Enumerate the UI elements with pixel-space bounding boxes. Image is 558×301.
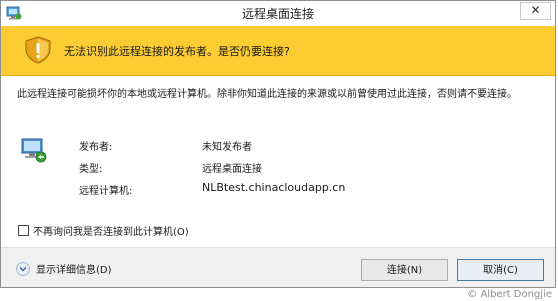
chevron-down-icon[interactable] [16,261,30,276]
type-label: 类型: [79,164,103,175]
close-icon: ✕ [530,3,541,17]
publisher-value: 未知发布者 [202,142,252,153]
dialog-window: 远程桌面连接 ✕ 无法识别此远程连接的发布者。是否仍要连接? 此远程连接可能损坏… [0,0,556,288]
publisher-label: 发布者: [79,142,113,153]
cancel-button[interactable]: 取消(C) [457,259,544,281]
connect-button[interactable]: 连接(N) [361,259,448,281]
copyright-watermark: © Albert Dongjie [467,289,552,300]
show-details-label[interactable]: 显示详细信息(D) [36,261,112,276]
title-bar: 远程桌面连接 ✕ [1,1,555,26]
warning-description: 此远程连接可能损坏你的本地或远程计算机。除非你知道此连接的来源或以前曾使用过此连… [17,89,517,100]
dont-ask-again-checkbox[interactable] [18,224,29,236]
window-title: 远程桌面连接 [241,7,314,21]
shield-warning-icon [23,36,53,64]
close-button[interactable]: ✕ [520,2,551,20]
remote-computer-value: NLBtest.chinacloudapp.cn [202,181,346,194]
type-value: 远程桌面连接 [202,164,262,175]
warning-banner: 无法识别此远程连接的发布者。是否仍要连接? [1,26,555,76]
dont-ask-again-option[interactable]: 不再询问我是否连接到此计算机(O) [18,223,189,238]
show-details-toggle[interactable]: 显示详细信息(D) [16,261,112,276]
remote-computer-icon [19,137,49,165]
dialog-footer: 显示详细信息(D) 连接(N) 取消(C) [1,247,555,287]
remote-computer-label: 远程计算机: [79,186,133,197]
dont-ask-again-label[interactable]: 不再询问我是否连接到此计算机(O) [33,223,189,238]
warning-message: 无法识别此远程连接的发布者。是否仍要连接? [64,45,290,58]
